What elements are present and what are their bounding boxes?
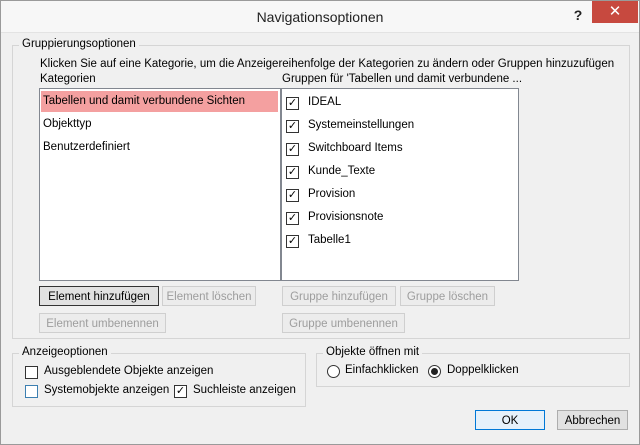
group-item-label: Kunde_Texte	[308, 165, 376, 177]
show-hidden-checkbox[interactable]	[25, 366, 38, 379]
open-objects-legend: Objekte öffnen mit	[323, 346, 423, 358]
help-button[interactable]: ?	[567, 5, 589, 25]
categories-label-text: Kategorien	[40, 73, 96, 85]
dialog-window: Navigationsoptionen ? ✕ Gruppierungsopti…	[0, 0, 640, 445]
close-button[interactable]: ✕	[592, 1, 638, 23]
dialog-title: Navigationsoptionen	[256, 9, 384, 25]
category-item-label: Tabellen und damit verbundene Sichten	[43, 95, 246, 107]
group-item-label: Systemeinstellungen	[308, 119, 415, 131]
checkbox[interactable]: ✓	[286, 189, 299, 202]
category-item-label: Benutzerdefiniert	[43, 141, 130, 153]
checkbox[interactable]: ✓	[286, 97, 299, 110]
categories-listbox[interactable]: Tabellen und damit verbundene Sichten Ob…	[39, 88, 281, 281]
display-options-legend: Anzeigeoptionen	[19, 346, 111, 358]
group-item-label: Switchboard Items	[308, 142, 403, 154]
delete-element-button[interactable]: Element löschen	[162, 286, 256, 306]
show-hidden-label: Ausgeblendete Objekte anzeigen	[44, 365, 214, 377]
show-search-label: Suchleiste anzeigen	[193, 384, 296, 396]
group-item-label: Provisionsnote	[308, 211, 384, 223]
groups-listbox[interactable]: ✓ IDEAL ✓ Systemeinstellungen ✓ Switchbo…	[281, 88, 519, 281]
title-bar: Navigationsoptionen ? ✕	[1, 1, 639, 33]
group-item-label: IDEAL	[308, 96, 342, 108]
grouping-options-legend: Gruppierungsoptionen	[19, 38, 139, 50]
double-click-radio[interactable]	[428, 365, 441, 378]
single-click-radio[interactable]	[327, 365, 340, 378]
rename-element-button[interactable]: Element umbenennen	[39, 313, 166, 333]
checkbox[interactable]: ✓	[286, 235, 299, 248]
groups-label: Gruppen für 'Tabellen und damit verbunde…	[282, 73, 523, 85]
add-group-button[interactable]: Gruppe hinzufügen	[282, 286, 396, 306]
delete-group-button[interactable]: Gruppe löschen	[400, 286, 495, 306]
checkbox[interactable]: ✓	[286, 143, 299, 156]
show-search-checkbox[interactable]: ✓	[174, 385, 187, 398]
show-system-checkbox[interactable]	[25, 385, 38, 398]
ok-button[interactable]: OK	[475, 410, 545, 430]
show-system-label: Systemobjekte anzeigen	[44, 384, 170, 396]
checkbox[interactable]: ✓	[286, 166, 299, 179]
rename-group-button[interactable]: Gruppe umbenennen	[282, 313, 405, 333]
grouping-instruction: Klicken Sie auf eine Kategorie, um die A…	[40, 58, 615, 70]
group-item-label: Tabelle1	[308, 234, 351, 246]
category-item-label: Objekttyp	[43, 118, 92, 130]
radio-selected-dot	[431, 368, 438, 375]
category-item[interactable]: Benutzerdefiniert	[41, 137, 278, 158]
double-click-label: Doppelklicken	[447, 364, 519, 376]
single-click-label: Einfachklicken	[345, 364, 419, 376]
group-item-label: Provision	[308, 188, 356, 200]
category-item[interactable]: Tabellen und damit verbundene Sichten	[41, 91, 278, 112]
checkbox[interactable]: ✓	[286, 120, 299, 133]
categories-label: Kategorien	[40, 73, 96, 85]
cancel-button[interactable]: Abbrechen	[557, 410, 628, 430]
add-element-button[interactable]: Element hinzufügen	[39, 286, 159, 306]
category-item[interactable]: Objekttyp	[41, 114, 278, 135]
display-options-group	[12, 353, 306, 407]
checkbox[interactable]: ✓	[286, 212, 299, 225]
